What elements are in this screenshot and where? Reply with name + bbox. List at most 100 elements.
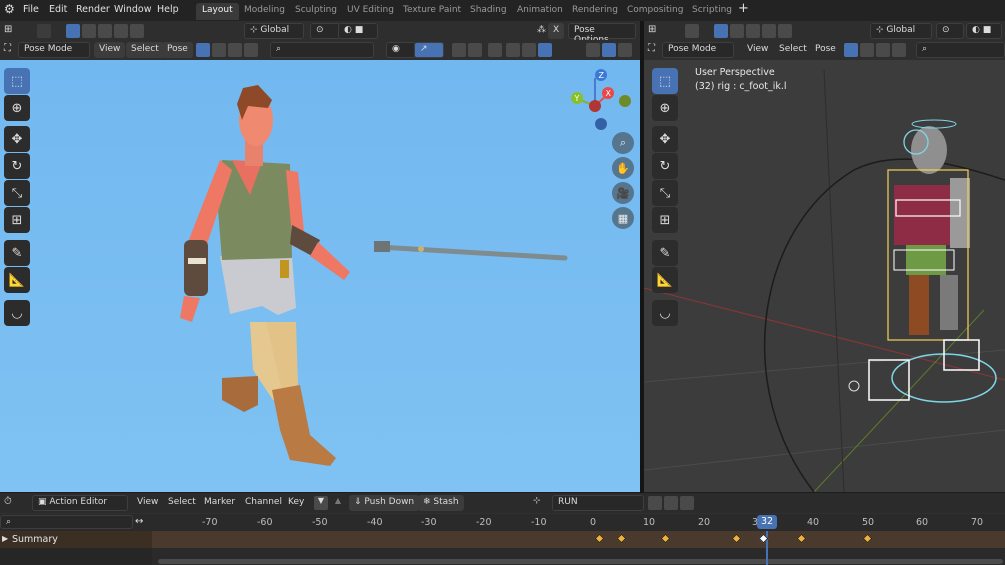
select-mode-new-icon-right[interactable] bbox=[714, 24, 728, 38]
dopesheet-editor-icon[interactable]: ⏱ bbox=[4, 496, 18, 510]
menu-window[interactable]: Window bbox=[114, 4, 151, 15]
keyframe[interactable] bbox=[731, 533, 742, 544]
tab-layout[interactable]: Layout bbox=[196, 3, 239, 20]
x-mirror-button[interactable]: X bbox=[548, 23, 565, 39]
mode-dropdown-left[interactable]: Pose Mode bbox=[18, 42, 90, 58]
tab-modeling[interactable]: Modeling bbox=[238, 3, 291, 20]
tab-scripting[interactable]: Scripting bbox=[686, 3, 738, 20]
keyframe[interactable] bbox=[616, 533, 627, 544]
cursor-tool-right[interactable]: ⊕ bbox=[652, 95, 678, 121]
tab-shading[interactable]: Shading bbox=[464, 3, 513, 20]
gizmo-dropdown[interactable]: ↗ bbox=[414, 42, 444, 58]
transform-orientation-dropdown[interactable]: ⊹ Global bbox=[244, 23, 304, 39]
shading-icon-b-right[interactable] bbox=[876, 43, 890, 57]
sync-icon[interactable]: ↔ bbox=[135, 516, 143, 527]
menu-edit[interactable]: Edit bbox=[49, 4, 67, 15]
filter-icon-right[interactable] bbox=[844, 43, 858, 57]
move-up-icon[interactable]: ▲ bbox=[331, 496, 345, 510]
overlays-icon[interactable] bbox=[452, 43, 466, 57]
select-mode-invert-icon[interactable] bbox=[114, 24, 128, 38]
select-box-tool[interactable]: ⬚ bbox=[4, 68, 30, 94]
keyframe[interactable] bbox=[595, 533, 605, 544]
new-action-icon[interactable] bbox=[664, 496, 678, 510]
pose-options-dropdown[interactable]: Pose Options bbox=[568, 23, 636, 45]
tab-uv-editing[interactable]: UV Editing bbox=[341, 3, 400, 20]
menu-file[interactable]: File bbox=[23, 4, 39, 15]
select-mode-subtract-icon[interactable] bbox=[98, 24, 112, 38]
select-box-tool-right[interactable]: ⬚ bbox=[652, 68, 678, 94]
menu-channel[interactable]: Channel bbox=[240, 495, 287, 511]
select-mode-subtract-icon-right[interactable] bbox=[746, 24, 760, 38]
rendered-shading-icon[interactable] bbox=[538, 43, 552, 57]
xray-icon[interactable] bbox=[468, 43, 482, 57]
menu-select-right[interactable]: Select bbox=[774, 42, 812, 58]
tab-rendering[interactable]: Rendering bbox=[566, 3, 624, 20]
show-overlay-icon[interactable] bbox=[586, 43, 600, 57]
annotate-tool-right[interactable]: ✎ bbox=[652, 240, 678, 266]
shading-icon-a[interactable] bbox=[212, 43, 226, 57]
channel-search-input[interactable]: ⌕ bbox=[0, 515, 133, 529]
stash-button[interactable]: ❄ Stash bbox=[418, 495, 464, 511]
move-tool[interactable]: ✥ bbox=[4, 126, 30, 152]
rotate-tool[interactable]: ↻ bbox=[4, 153, 30, 179]
transform-orientation-dropdown-right[interactable]: ⊹ Global bbox=[870, 23, 932, 39]
keyframe[interactable] bbox=[660, 533, 671, 544]
keyframe[interactable] bbox=[758, 533, 769, 544]
move-down-icon[interactable]: ▼ bbox=[314, 496, 328, 510]
tab-animation[interactable]: Animation bbox=[511, 3, 569, 20]
select-mode-new-icon[interactable] bbox=[66, 24, 80, 38]
menu-pose-left[interactable]: Pose bbox=[162, 42, 193, 58]
sidebar-toggle-icon[interactable] bbox=[602, 43, 616, 57]
viewport-left[interactable]: ⬚ ⊕ ✥ ↻ ⤡ ⊞ ✎ 📐 ◡ Z X Y ⌕ ✋ 🎥 ▦ bbox=[0, 60, 640, 492]
push-down-button[interactable]: ⇓ Push Down bbox=[349, 495, 420, 511]
mode-dropdown-right[interactable]: Pose Mode bbox=[662, 42, 734, 58]
select-mode-extend-icon[interactable] bbox=[82, 24, 96, 38]
add-workspace-icon[interactable]: + bbox=[738, 1, 749, 16]
menu-render[interactable]: Render bbox=[76, 4, 110, 15]
tab-compositing[interactable]: Compositing bbox=[621, 3, 689, 20]
menu-key[interactable]: Key bbox=[283, 495, 309, 511]
snap-dropdown[interactable]: ◐ ■ bbox=[338, 23, 378, 39]
object-mode-icon-right[interactable]: ⛶ bbox=[648, 43, 662, 57]
pivot-dropdown-right[interactable]: ⊙ bbox=[936, 23, 964, 39]
visibility-dropdown[interactable]: ◉ bbox=[386, 42, 416, 58]
pivot-dropdown[interactable]: ⊙ bbox=[310, 23, 340, 39]
menu-view-dopesheet[interactable]: View bbox=[132, 495, 163, 511]
material-preview-icon[interactable] bbox=[522, 43, 536, 57]
scale-tool[interactable]: ⤡ bbox=[4, 180, 30, 206]
rotate-tool-right[interactable]: ↻ bbox=[652, 153, 678, 179]
select-tool-icon-right[interactable] bbox=[685, 24, 699, 38]
blender-logo-icon[interactable]: ⚙ bbox=[4, 2, 15, 16]
object-mode-icon[interactable]: ⛶ bbox=[4, 43, 18, 57]
frame-ruler[interactable]: ⌕ ↔ -70 -60 -50 -40 -30 -20 -10 0 10 20 … bbox=[0, 514, 1005, 531]
shading-icon-b[interactable] bbox=[228, 43, 242, 57]
annotate-tool[interactable]: ✎ bbox=[4, 240, 30, 266]
viewport-right[interactable]: User Perspective (32) rig : c_foot_ik.l … bbox=[644, 60, 1005, 492]
keyframe[interactable] bbox=[862, 533, 873, 544]
pose-breakdown-tool[interactable]: ◡ bbox=[4, 300, 30, 326]
select-mode-invert-icon-right[interactable] bbox=[762, 24, 776, 38]
viewport-search-input[interactable]: ⌕ bbox=[270, 42, 374, 58]
menu-pose-right[interactable]: Pose bbox=[810, 42, 841, 58]
menu-view-left[interactable]: View bbox=[94, 42, 126, 58]
menu-select-left[interactable]: Select bbox=[126, 42, 164, 58]
current-frame-indicator[interactable]: 32 bbox=[757, 515, 777, 529]
select-mode-extend-icon-right[interactable] bbox=[730, 24, 744, 38]
pan-hand-icon[interactable]: ✋ bbox=[612, 157, 634, 179]
fake-user-icon[interactable] bbox=[648, 496, 662, 510]
camera-icon[interactable]: 🎥 bbox=[612, 182, 634, 204]
tab-texture-paint[interactable]: Texture Paint bbox=[397, 3, 467, 20]
transform-tool[interactable]: ⊞ bbox=[4, 207, 30, 233]
area-options-icon[interactable] bbox=[618, 43, 632, 57]
cursor-tool[interactable]: ⊕ bbox=[4, 95, 30, 121]
solid-shading-icon[interactable] bbox=[506, 43, 520, 57]
menu-help[interactable]: Help bbox=[157, 4, 179, 15]
snap-dropdown-right[interactable]: ◐ ■ bbox=[966, 23, 1002, 39]
horizontal-scrollbar[interactable] bbox=[158, 559, 1003, 564]
editor-type-icon[interactable]: ⊞ bbox=[4, 24, 18, 38]
tab-sculpting[interactable]: Sculpting bbox=[289, 3, 343, 20]
shading-icon-a-right[interactable] bbox=[860, 43, 874, 57]
select-tool-icon[interactable] bbox=[37, 24, 51, 38]
wireframe-icon[interactable] bbox=[488, 43, 502, 57]
menu-marker[interactable]: Marker bbox=[199, 495, 240, 511]
